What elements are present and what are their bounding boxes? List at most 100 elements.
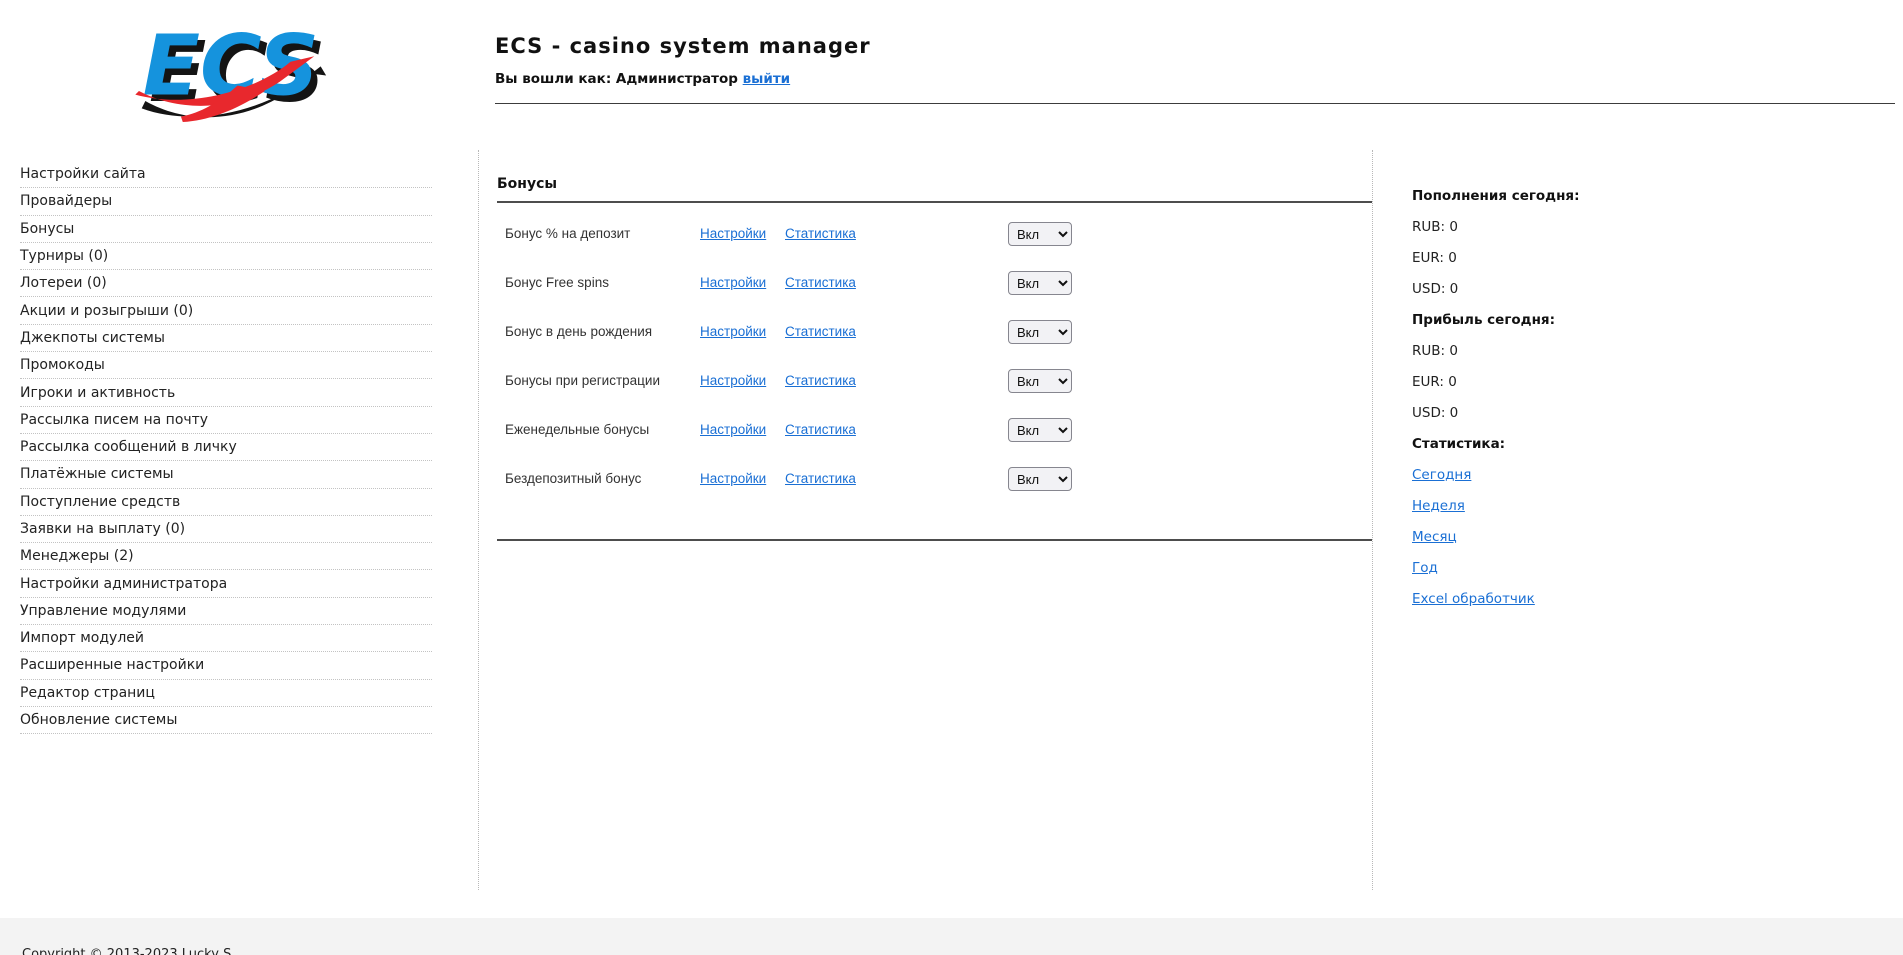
bonus-settings-link[interactable]: Настройки	[700, 471, 766, 486]
bonus-toggle-select[interactable]: Вкл	[1008, 271, 1072, 295]
sidebar-item-incoming-funds[interactable]: Поступление средств	[20, 489, 432, 516]
statistics-title: Статистика:	[1412, 428, 1712, 459]
section-title: Бонусы	[497, 176, 557, 192]
header-divider	[495, 103, 1895, 104]
sidebar-item-pm-mailing[interactable]: Рассылка сообщений в личку	[20, 434, 432, 461]
logout-link[interactable]: выйти	[743, 71, 791, 87]
copyright-text: Copyright © 2013-2023 Lucky S	[22, 947, 231, 955]
bonus-settings-link[interactable]: Настройки	[700, 275, 766, 290]
bonus-settings-link[interactable]: Настройки	[700, 422, 766, 437]
bonus-statistics-link[interactable]: Статистика	[785, 422, 856, 437]
profit-usd-value: USD: 0	[1412, 397, 1712, 428]
sidebar-item-admin-settings[interactable]: Настройки администратора	[20, 570, 432, 597]
sidebar-item-label: Рассылка писем на почту	[20, 412, 208, 428]
bonus-statistics-link[interactable]: Статистика	[785, 471, 856, 486]
sidebar-item-module-management[interactable]: Управление модулями	[20, 598, 432, 625]
sidebar-item-payment-systems[interactable]: Платёжные системы	[20, 461, 432, 488]
deposits-eur-value: EUR: 0	[1412, 242, 1712, 273]
sidebar-item-label: Импорт модулей	[20, 630, 144, 646]
sidebar-item-label: Рассылка сообщений в личку	[20, 439, 237, 455]
bonus-settings-link[interactable]: Настройки	[700, 226, 766, 241]
sidebar-item-players-activity[interactable]: Игроки и активность	[20, 379, 432, 406]
stats-excel-link[interactable]: Excel обработчик	[1412, 591, 1535, 607]
sidebar-item-promotions[interactable]: Акции и розыгрыши (0)	[20, 297, 432, 324]
left-column-divider	[478, 150, 479, 890]
bonus-row: Бонус в день рождения Настройки Статисти…	[497, 320, 1372, 344]
sidebar-item-bonuses[interactable]: Бонусы	[20, 216, 432, 243]
stats-month-link[interactable]: Месяц	[1412, 529, 1457, 545]
bonus-row: Бонусы при регистрации Настройки Статист…	[497, 369, 1372, 393]
sidebar-item-label: Бонусы	[20, 221, 74, 237]
bonus-row: Бонус % на депозит Настройки Статистика …	[497, 222, 1372, 246]
sidebar-item-label: Поступление средств	[20, 494, 180, 510]
sidebar-item-module-import[interactable]: Импорт модулей	[20, 625, 432, 652]
sidebar-item-label: Акции и розыгрыши (0)	[20, 303, 193, 319]
sidebar-item-label: Расширенные настройки	[20, 657, 204, 673]
summary-panel: Пополнения сегодня: RUB: 0 EUR: 0 USD: 0…	[1412, 180, 1712, 614]
bonus-row: Еженедельные бонусы Настройки Статистика…	[497, 418, 1372, 442]
sidebar-item-label: Джекпоты системы	[20, 330, 165, 346]
bonus-statistics-link[interactable]: Статистика	[785, 373, 856, 388]
bonus-toggle-select[interactable]: Вкл	[1008, 222, 1072, 246]
bonus-label: Бонус Free spins	[505, 275, 609, 290]
sidebar-item-label: Игроки и активность	[20, 385, 175, 401]
deposits-today-title: Пополнения сегодня:	[1412, 180, 1712, 211]
bonus-statistics-link[interactable]: Статистика	[785, 275, 856, 290]
bonus-settings-link[interactable]: Настройки	[700, 324, 766, 339]
bonus-label: Бонус % на депозит	[505, 226, 630, 241]
footer: Copyright © 2013-2023 Lucky S	[0, 918, 1903, 955]
sidebar-item-label: Платёжные системы	[20, 466, 174, 482]
sidebar-item-payout-requests[interactable]: Заявки на выплату (0)	[20, 516, 432, 543]
deposits-usd-value: USD: 0	[1412, 273, 1712, 304]
sidebar-item-label: Обновление системы	[20, 712, 177, 728]
ecs-logo: ECS ECS	[128, 14, 338, 126]
right-column-divider	[1372, 150, 1373, 890]
bonus-row: Бездепозитный бонус Настройки Статистика…	[497, 467, 1372, 491]
bonus-row: Бонус Free spins Настройки Статистика Вк…	[497, 271, 1372, 295]
bonus-toggle-select[interactable]: Вкл	[1008, 369, 1072, 393]
stats-year-link[interactable]: Год	[1412, 560, 1438, 576]
bonus-label: Бонусы при регистрации	[505, 373, 660, 388]
bonus-toggle-select[interactable]: Вкл	[1008, 418, 1072, 442]
sidebar-item-label: Турниры (0)	[20, 248, 108, 264]
sidebar-nav: Настройки сайта Провайдеры Бонусы Турнир…	[20, 161, 432, 734]
bonus-toggle-select[interactable]: Вкл	[1008, 467, 1072, 491]
bonus-settings-link[interactable]: Настройки	[700, 373, 766, 388]
stats-today-link[interactable]: Сегодня	[1412, 467, 1471, 483]
section-bottom-divider	[497, 539, 1372, 541]
profit-today-title: Прибыль сегодня:	[1412, 304, 1712, 335]
profit-eur-value: EUR: 0	[1412, 366, 1712, 397]
sidebar-item-label: Менеджеры (2)	[20, 548, 134, 564]
sidebar-item-tournaments[interactable]: Турниры (0)	[20, 243, 432, 270]
sidebar-item-site-settings[interactable]: Настройки сайта	[20, 161, 432, 188]
sidebar-item-label: Провайдеры	[20, 193, 112, 209]
bonus-statistics-link[interactable]: Статистика	[785, 226, 856, 241]
sidebar-item-label: Настройки сайта	[20, 166, 146, 182]
sidebar-item-system-update[interactable]: Обновление системы	[20, 707, 432, 734]
sidebar-item-label: Редактор страниц	[20, 685, 155, 701]
bonus-toggle-select[interactable]: Вкл	[1008, 320, 1072, 344]
sidebar-item-label: Лотереи (0)	[20, 275, 107, 291]
sidebar-item-label: Промокоды	[20, 357, 105, 373]
bonus-label: Бездепозитный бонус	[505, 471, 641, 486]
login-status: Вы вошли как: Администратор выйти	[495, 71, 790, 87]
sidebar-item-lotteries[interactable]: Лотереи (0)	[20, 270, 432, 297]
bonus-statistics-link[interactable]: Статистика	[785, 324, 856, 339]
sidebar-item-label: Настройки администратора	[20, 576, 227, 592]
sidebar-item-page-editor[interactable]: Редактор страниц	[20, 680, 432, 707]
sidebar-item-label: Управление модулями	[20, 603, 186, 619]
sidebar-item-providers[interactable]: Провайдеры	[20, 188, 432, 215]
sidebar-item-email-mailing[interactable]: Рассылка писем на почту	[20, 407, 432, 434]
bonus-label: Бонус в день рождения	[505, 324, 652, 339]
stats-week-link[interactable]: Неделя	[1412, 498, 1465, 514]
profit-rub-value: RUB: 0	[1412, 335, 1712, 366]
deposits-rub-value: RUB: 0	[1412, 211, 1712, 242]
login-text: Вы вошли как: Администратор	[495, 71, 738, 87]
sidebar-item-advanced-settings[interactable]: Расширенные настройки	[20, 652, 432, 679]
sidebar-item-label: Заявки на выплату (0)	[20, 521, 185, 537]
sidebar-item-promocodes[interactable]: Промокоды	[20, 352, 432, 379]
page: ECS ECS ECS - casino system manager Вы в…	[0, 0, 1903, 955]
bonus-label: Еженедельные бонусы	[505, 422, 649, 437]
sidebar-item-managers[interactable]: Менеджеры (2)	[20, 543, 432, 570]
sidebar-item-jackpots[interactable]: Джекпоты системы	[20, 325, 432, 352]
